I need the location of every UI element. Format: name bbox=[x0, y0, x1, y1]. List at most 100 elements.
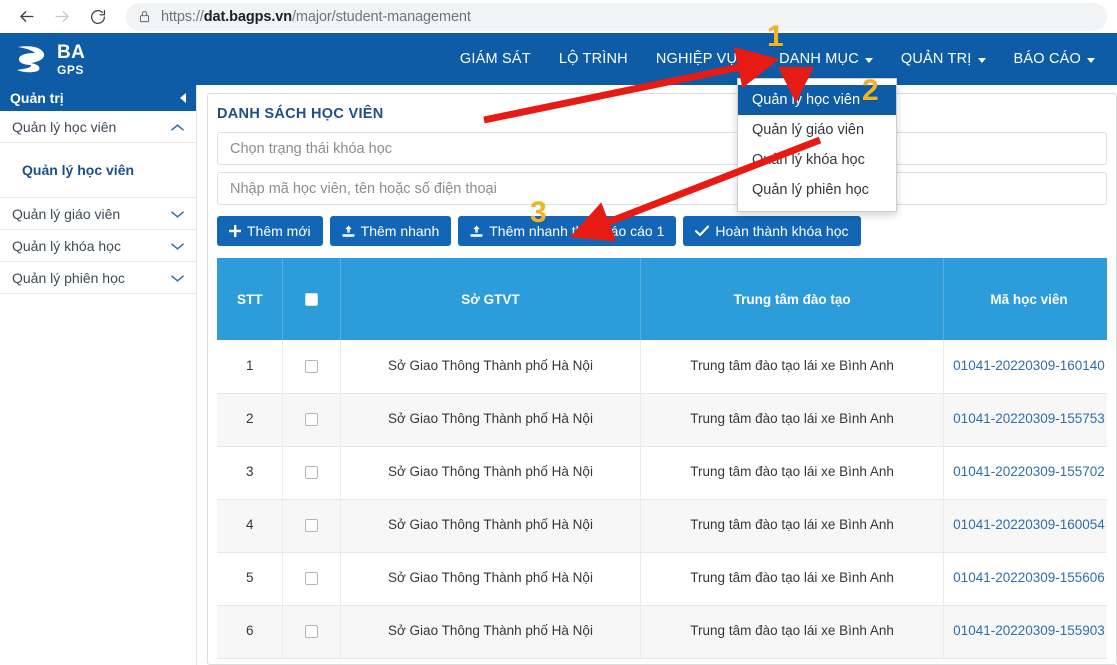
dropdown-item-quan-ly-hoc-vien[interactable]: Quản lý học viên bbox=[738, 85, 896, 115]
cell-so-gtvt: Sở Giao Thông Thành phố Hà Nội bbox=[340, 446, 641, 500]
course-status-select[interactable]: Chọn trạng thái khóa học bbox=[217, 132, 1107, 165]
table-row[interactable]: 6 Sở Giao Thông Thành phố Hà Nội Trung t… bbox=[217, 605, 1107, 659]
table-head: STT Sở GTVT Trung tâm đào tạo Mã học viê… bbox=[217, 258, 1107, 340]
row-checkbox[interactable] bbox=[305, 625, 319, 639]
chevron-up-icon bbox=[171, 119, 184, 135]
dropdown-item-quan-ly-khoa-hoc[interactable]: Quản lý khóa học bbox=[738, 145, 896, 175]
address-bar[interactable]: https://dat.bagps.vn/major/student-manag… bbox=[126, 2, 1107, 31]
complete-course-button[interactable]: Hoàn thành khóa học bbox=[683, 216, 861, 246]
col-select-all bbox=[282, 258, 342, 340]
browser-toolbar: https://dat.bagps.vn/major/student-manag… bbox=[0, 0, 1117, 33]
quick-add-report1-button[interactable]: Thêm nhanh theo báo cáo 1 bbox=[458, 216, 677, 246]
button-label: Thêm nhanh bbox=[360, 223, 440, 239]
col-trung-tam: Trung tâm đào tạo bbox=[640, 258, 945, 340]
upload-icon bbox=[342, 224, 355, 238]
cell-so-gtvt: Sở Giao Thông Thành phố Hà Nội bbox=[340, 499, 641, 553]
nav-item-giam-sat[interactable]: GIÁM SÁT bbox=[446, 33, 545, 85]
cell-trung-tam: Trung tâm đào tạo lái xe Bình Anh bbox=[640, 605, 945, 659]
reload-button[interactable] bbox=[82, 1, 114, 33]
row-checkbox[interactable] bbox=[305, 360, 319, 374]
cell-ma-hoc-vien: 01041-20220309-155702 bbox=[943, 446, 1107, 500]
sidebar-item-label: Quản lý học viên bbox=[12, 118, 117, 135]
student-table: STT Sở GTVT Trung tâm đào tạo Mã học viê… bbox=[217, 258, 1107, 659]
sidebar-header[interactable]: Quản trị bbox=[0, 85, 196, 111]
back-button[interactable] bbox=[10, 1, 42, 33]
dropdown-item-quan-ly-giao-vien[interactable]: Quản lý giáo viên bbox=[738, 115, 896, 145]
cell-stt: 6 bbox=[217, 605, 284, 659]
plus-icon bbox=[229, 225, 241, 237]
cell-checkbox bbox=[282, 446, 342, 500]
cell-so-gtvt: Sở Giao Thông Thành phố Hà Nội bbox=[340, 340, 641, 394]
chevron-down-icon bbox=[1087, 57, 1095, 63]
url-text: https://dat.bagps.vn/major/student-manag… bbox=[161, 9, 471, 25]
cell-so-gtvt: Sở Giao Thông Thành phố Hà Nội bbox=[340, 552, 641, 606]
lock-icon bbox=[138, 9, 151, 24]
cell-checkbox bbox=[282, 605, 342, 659]
cell-ma-hoc-vien: 01041-20220309-155606 bbox=[943, 552, 1107, 606]
student-table-wrapper: STT Sở GTVT Trung tâm đào tạo Mã học viê… bbox=[217, 258, 1107, 659]
nav-item-bao-cao[interactable]: BÁO CÁO bbox=[1000, 33, 1109, 85]
row-checkbox[interactable] bbox=[305, 572, 319, 586]
row-checkbox[interactable] bbox=[305, 519, 319, 533]
col-stt: STT bbox=[217, 258, 284, 340]
sidebar-subitem-quan-ly-hoc-vien[interactable]: Quản lý học viên bbox=[0, 143, 196, 198]
nghiep-vu-dropdown: Quản lý học viên Quản lý giáo viên Quản … bbox=[737, 78, 897, 212]
cell-ma-hoc-vien: 01041-20220309-155753 bbox=[943, 393, 1107, 447]
add-new-button[interactable]: Thêm mới bbox=[217, 216, 323, 246]
select-all-checkbox[interactable] bbox=[305, 293, 319, 307]
chevron-down-icon bbox=[743, 57, 752, 63]
cell-so-gtvt: Sở Giao Thông Thành phố Hà Nội bbox=[340, 605, 641, 659]
quick-add-button[interactable]: Thêm nhanh bbox=[329, 216, 452, 246]
table-row[interactable]: 2 Sở Giao Thông Thành phố Hà Nội Trung t… bbox=[217, 393, 1107, 447]
table-body: 1 Sở Giao Thông Thành phố Hà Nội Trung t… bbox=[217, 340, 1107, 659]
arrow-left-icon bbox=[17, 7, 36, 26]
table-row[interactable]: 3 Sở Giao Thông Thành phố Hà Nội Trung t… bbox=[217, 446, 1107, 500]
button-label: Thêm nhanh theo báo cáo 1 bbox=[489, 223, 665, 239]
cell-trung-tam: Trung tâm đào tạo lái xe Bình Anh bbox=[640, 340, 945, 394]
url-host: dat.bagps.vn bbox=[203, 8, 292, 25]
nav-label: LỘ TRÌNH bbox=[558, 51, 628, 67]
arrow-right-icon bbox=[53, 7, 72, 26]
sidebar-item-quan-ly-hoc-vien[interactable]: Quản lý học viên bbox=[0, 111, 196, 143]
reload-icon bbox=[89, 8, 107, 26]
cell-trung-tam: Trung tâm đào tạo lái xe Bình Anh bbox=[640, 552, 945, 606]
sidebar-item-quan-ly-giao-vien[interactable]: Quản lý giáo viên bbox=[0, 198, 196, 230]
dropdown-item-quan-ly-phien-hoc[interactable]: Quản lý phiên học bbox=[738, 175, 896, 205]
cell-checkbox bbox=[282, 499, 342, 553]
table-row[interactable]: 1 Sở Giao Thông Thành phố Hà Nội Trung t… bbox=[217, 340, 1107, 394]
action-button-row: Thêm mới Thêm nhanh Thêm nhanh theo báo … bbox=[217, 216, 1107, 246]
nav-item-quan-tri[interactable]: QUẢN TRỊ bbox=[887, 33, 1000, 85]
check-icon bbox=[695, 225, 710, 237]
cell-ma-hoc-vien: 01041-20220309-160054 bbox=[943, 499, 1107, 553]
nav-label: NGHIỆP VỤ bbox=[655, 51, 738, 67]
bagps-logo-icon bbox=[14, 44, 48, 74]
table-row[interactable]: 5 Sở Giao Thông Thành phố Hà Nội Trung t… bbox=[217, 552, 1107, 606]
cell-trung-tam: Trung tâm đào tạo lái xe Bình Anh bbox=[640, 393, 945, 447]
main-content: DANH SÁCH HỌC VIÊN Chọn trạng thái khóa … bbox=[197, 85, 1117, 665]
collapse-left-icon[interactable] bbox=[180, 93, 186, 103]
cell-stt: 1 bbox=[217, 340, 284, 394]
url-prefix: https:// bbox=[161, 8, 204, 25]
cell-stt: 3 bbox=[217, 446, 284, 500]
student-list-card: DANH SÁCH HỌC VIÊN Chọn trạng thái khóa … bbox=[207, 93, 1117, 665]
brand-line1: BA bbox=[57, 41, 86, 63]
cell-trung-tam: Trung tâm đào tạo lái xe Bình Anh bbox=[640, 499, 945, 553]
sidebar-item-quan-ly-phien-hoc[interactable]: Quản lý phiên học bbox=[0, 262, 196, 294]
cell-trung-tam: Trung tâm đào tạo lái xe Bình Anh bbox=[640, 446, 945, 500]
sidebar-item-label: Quản lý giáo viên bbox=[12, 205, 121, 222]
nav-label: DANH MỤC bbox=[779, 51, 859, 67]
nav-item-lo-trinh[interactable]: LỘ TRÌNH bbox=[545, 33, 642, 85]
col-ma-hoc-vien: Mã học viên bbox=[943, 258, 1107, 340]
sidebar-item-quan-ly-khoa-hoc[interactable]: Quản lý khóa học bbox=[0, 230, 196, 262]
row-checkbox[interactable] bbox=[305, 466, 319, 480]
cell-stt: 5 bbox=[217, 552, 284, 606]
sidebar-item-label: Quản lý khóa học bbox=[12, 237, 121, 254]
cell-ma-hoc-vien: 01041-20220309-160140 bbox=[943, 340, 1107, 394]
nav-label: BÁO CÁO bbox=[1013, 51, 1081, 67]
brand-logo[interactable]: BA GPS bbox=[0, 33, 200, 85]
url-path: /major/student-management bbox=[291, 8, 471, 25]
row-checkbox[interactable] bbox=[305, 413, 319, 427]
table-row[interactable]: 4 Sở Giao Thông Thành phố Hà Nội Trung t… bbox=[217, 499, 1107, 553]
student-search-input[interactable]: Nhập mã học viên, tên hoặc số điện thoại bbox=[217, 172, 1107, 205]
forward-button[interactable] bbox=[46, 1, 78, 33]
